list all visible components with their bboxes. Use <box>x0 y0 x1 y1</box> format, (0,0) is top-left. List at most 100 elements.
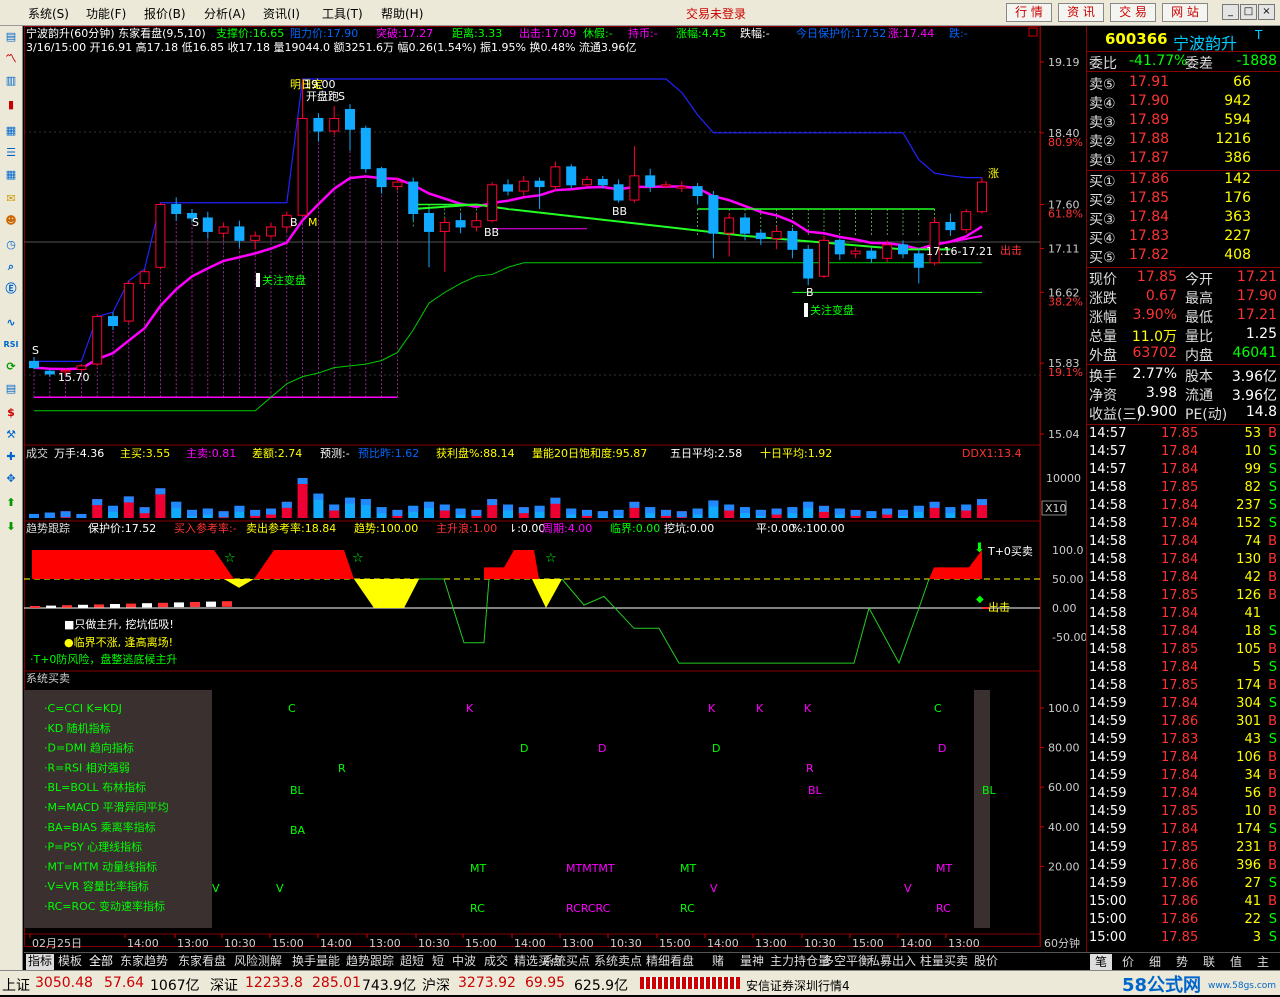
main-chart-area[interactable]: 宁波韵升(60分钟) 东家看盘(9,5,10) 支撑价:16.65 阻力价:17.… <box>24 26 1086 952</box>
indicator-tab[interactable]: 中波 <box>450 954 478 970</box>
trade-button[interactable]: 交 易 <box>1110 3 1156 22</box>
tick-time: 14:58 <box>1089 480 1127 495</box>
header-stat: 阻力价:17.90 <box>290 27 358 40</box>
minimize-icon[interactable]: _ <box>1222 4 1239 20</box>
quote-button[interactable]: 行 情 <box>1006 3 1052 22</box>
menu-quote[interactable]: 报价(B) <box>144 5 186 22</box>
trend-stat: 挖坑:0.00 <box>664 521 714 535</box>
quote-label: 量比 <box>1185 329 1213 345</box>
k-chart-icon[interactable]: ▤ <box>2 28 20 46</box>
mail-icon[interactable]: ✉ <box>2 190 20 208</box>
table-icon[interactable]: ▦ <box>2 166 20 184</box>
indicator-tab[interactable]: 量神 <box>738 954 766 970</box>
move-icon[interactable]: ✥ <box>2 470 20 488</box>
ask-price: 17.91 <box>1129 74 1170 90</box>
tick-row: 15:00 17.85 3 S <box>1087 930 1280 948</box>
menu-help[interactable]: 帮助(H) <box>381 5 423 22</box>
bar-chart-icon[interactable]: ▥ <box>2 72 20 90</box>
search-icon[interactable]: ⌕ <box>2 258 20 276</box>
refresh-icon[interactable]: ⟳ <box>2 358 20 376</box>
indicator-tab[interactable]: 柱量买卖 <box>918 954 970 970</box>
ask-volume: 66 <box>1233 74 1251 90</box>
right-panel-tab[interactable]: 细 <box>1144 954 1166 970</box>
right-panel-tab[interactable]: 主 <box>1252 954 1274 970</box>
weibi-label: 委比 <box>1089 56 1117 72</box>
volume-stat: DDX1:13.4 <box>962 447 1022 460</box>
tick-side: B <box>1268 750 1277 765</box>
candle-body <box>977 181 987 213</box>
right-panel-tab[interactable]: 势 <box>1171 954 1193 970</box>
indicator-tab[interactable]: 私募出入 <box>866 954 918 970</box>
window-icon[interactable]: ▦ <box>2 122 20 140</box>
down-arrow-icon[interactable]: ⬇ <box>2 518 20 536</box>
indicator-tab[interactable]: 股价 <box>972 954 1000 970</box>
candle-body <box>29 360 39 369</box>
maximize-icon[interactable]: □ <box>1240 4 1257 20</box>
right-panel-tab[interactable]: 联 <box>1198 954 1220 970</box>
news-button[interactable]: 资 讯 <box>1058 3 1104 22</box>
fundamental-label: 股本 <box>1185 369 1213 385</box>
menu-news[interactable]: 资讯(I) <box>263 5 300 22</box>
people-icon[interactable]: ☻ <box>2 212 20 230</box>
fundamental-value: 14.8 <box>1245 404 1277 420</box>
indicator-tab[interactable]: 多空平衡 <box>820 954 872 970</box>
dollar-icon[interactable]: $ <box>2 404 20 422</box>
tick-volume: 231 <box>1236 840 1261 855</box>
tick-side: S <box>1268 930 1277 945</box>
quote-label: 最低 <box>1185 310 1213 326</box>
indicator-tab[interactable]: 模板 <box>56 954 84 970</box>
tick-price: 17.84 <box>1161 498 1199 513</box>
bid-volume: 176 <box>1224 190 1251 206</box>
menu-function[interactable]: 功能(F) <box>86 5 126 22</box>
right-panel-tab[interactable]: 笔 <box>1090 954 1113 970</box>
indicator-tab[interactable]: 换手量能 <box>290 954 342 970</box>
sh-label: 上证 <box>2 978 30 994</box>
candle-body <box>913 253 924 268</box>
signal-axis-label: 100.0 <box>1048 702 1080 715</box>
indicator-tab[interactable]: 超短 <box>398 954 426 970</box>
tick-side: B <box>1268 570 1277 585</box>
indicator-tab[interactable]: 指标 <box>26 954 55 970</box>
time-axis-label: 14:00 <box>127 937 159 950</box>
indicator-tab[interactable]: 全部 <box>87 954 115 970</box>
close-icon[interactable]: × <box>1258 4 1275 20</box>
period-label[interactable]: 60分钟 <box>1044 936 1080 950</box>
indicator-tab[interactable]: 系统买点 <box>540 954 592 970</box>
chart-icon[interactable]: ▤ <box>2 380 20 398</box>
chart-annotation: 涨 <box>988 167 999 180</box>
clock-icon[interactable]: ◷ <box>2 236 20 254</box>
indicator-tab[interactable]: 风险测解 <box>232 954 284 970</box>
indicator-tab[interactable]: 系统卖点 <box>592 954 644 970</box>
indicator-tab[interactable]: 赌 <box>710 954 726 970</box>
signal-mark: MT <box>680 862 696 875</box>
indicator-tab[interactable]: 精细看盘 <box>644 954 696 970</box>
website-button[interactable]: 网 站 <box>1162 3 1208 22</box>
tools-icon[interactable]: ⚒ <box>2 426 20 444</box>
list-icon[interactable]: ☰ <box>2 144 20 162</box>
ask-price: 17.88 <box>1129 131 1170 147</box>
candle-icon[interactable]: ▮ <box>2 96 20 114</box>
bid-row: 买③ 17.84 363 <box>1087 209 1280 228</box>
wave-icon[interactable]: ∿ <box>2 314 20 332</box>
indicator-tab[interactable]: 成交 <box>482 954 510 970</box>
indicator-tab[interactable]: 东家看盘 <box>176 954 228 970</box>
tick-time: 14:59 <box>1089 804 1127 819</box>
indicator-tab[interactable]: 短 <box>430 954 446 970</box>
line-chart-icon[interactable]: 〽 <box>2 50 20 68</box>
menu-system[interactable]: 系统(S) <box>28 5 69 22</box>
plus-icon[interactable]: ✚ <box>2 448 20 466</box>
tick-side: S <box>1268 498 1277 513</box>
right-panel-tab[interactable]: 价 <box>1117 954 1139 970</box>
rsi-icon[interactable]: RSI <box>2 336 20 354</box>
menu-analysis[interactable]: 分析(A) <box>204 5 246 22</box>
indicator-tab[interactable]: 东家趋势 <box>118 954 170 970</box>
up-arrow-icon[interactable]: ⬆ <box>2 494 20 512</box>
ask-volume: 594 <box>1224 112 1251 128</box>
header-stat: 突破:17.27 <box>376 26 433 40</box>
fundamental-value: 3.96亿 <box>1231 369 1277 385</box>
finance-icon[interactable]: Ⓔ <box>2 280 20 298</box>
indicator-tab[interactable]: 趋势跟踪 <box>344 954 396 970</box>
menu-tools[interactable]: 工具(T) <box>322 5 363 22</box>
price-axis-label: 19.1% <box>1048 366 1083 379</box>
right-panel-tab[interactable]: 值 <box>1225 954 1247 970</box>
